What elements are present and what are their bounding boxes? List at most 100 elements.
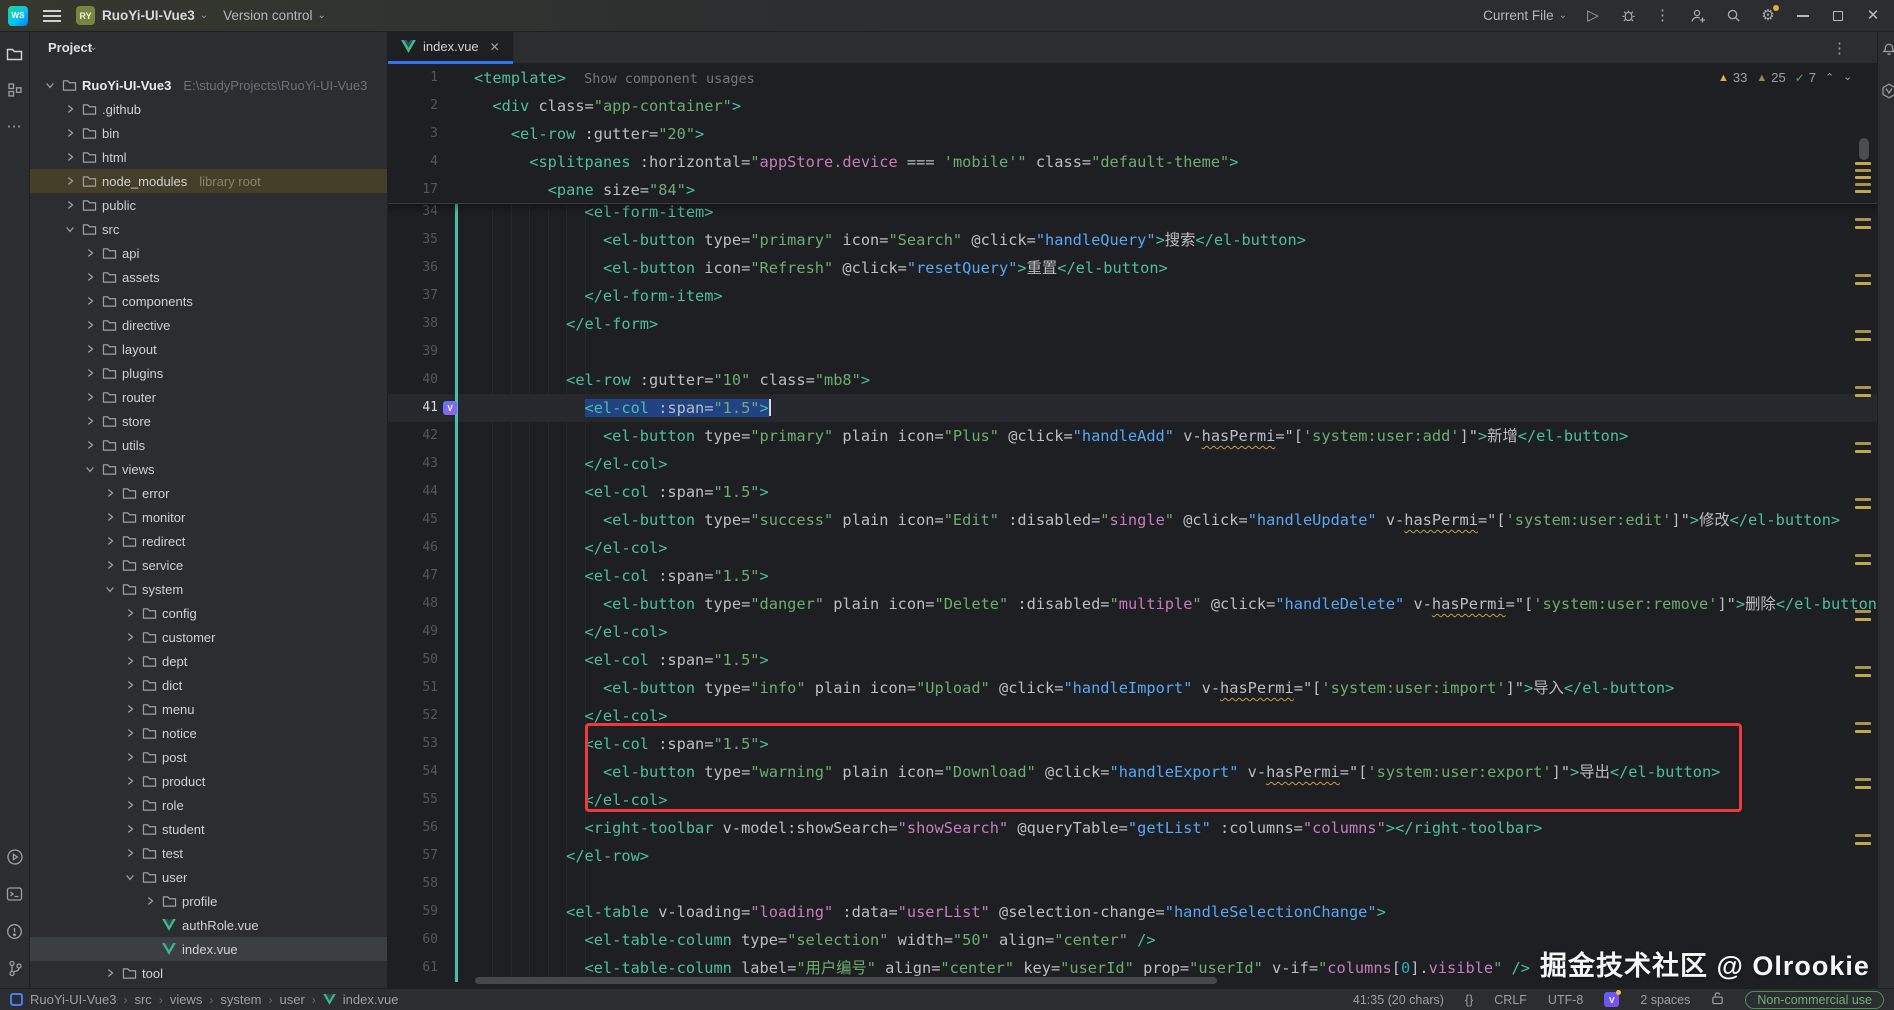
- code-line-44[interactable]: 44 <el-col :span="1.5">: [388, 478, 1877, 506]
- tree-item-post[interactable]: post: [30, 745, 387, 769]
- code-line-50[interactable]: 50 <el-col :span="1.5">: [388, 646, 1877, 674]
- structure-tool-icon[interactable]: [5, 80, 25, 100]
- tree-item-index-vue[interactable]: index.vue: [30, 937, 387, 961]
- warning-count[interactable]: ▲33: [1718, 70, 1747, 85]
- prev-problem-icon[interactable]: ⌃: [1825, 71, 1834, 84]
- caret-position[interactable]: 41:35 (20 chars): [1353, 993, 1444, 1007]
- debug-button[interactable]: [1619, 7, 1637, 25]
- code-line-36[interactable]: 36 <el-button icon="Refresh" @click="res…: [388, 254, 1877, 282]
- code-line-59[interactable]: 59 <el-table v-loading="loading" :data="…: [388, 898, 1877, 926]
- tree-chevron-icon[interactable]: [84, 295, 96, 307]
- tree-item-tool[interactable]: tool: [30, 961, 387, 985]
- code-scroll-region[interactable]: 34 <el-form-item>35 <el-button type="pri…: [388, 204, 1877, 988]
- tree-item-views[interactable]: views: [30, 457, 387, 481]
- more-tools-icon[interactable]: ⋯: [5, 116, 25, 136]
- breadcrumb-item[interactable]: system: [220, 992, 261, 1007]
- tree-chevron-icon[interactable]: [104, 487, 116, 499]
- vue-service-icon[interactable]: V: [1604, 992, 1619, 1007]
- tree-chevron-icon[interactable]: [84, 463, 96, 475]
- horizontal-scrollbar-thumb[interactable]: [475, 977, 1217, 984]
- run-button[interactable]: ▷: [1584, 7, 1602, 25]
- project-widget[interactable]: RY RuoYi-UI-Vue3 ⌄: [76, 6, 208, 25]
- code-line-17[interactable]: 17 <pane size="84">: [388, 176, 1877, 204]
- tree-item-menu[interactable]: menu: [30, 697, 387, 721]
- window-close-button[interactable]: ✕: [1864, 7, 1882, 25]
- tree-chevron-icon[interactable]: [84, 367, 96, 379]
- tree-item-test[interactable]: test: [30, 841, 387, 865]
- tree-chevron-icon[interactable]: [124, 871, 136, 883]
- code-line-58[interactable]: 58: [388, 870, 1877, 898]
- more-actions-kebab-icon[interactable]: ⋮: [1654, 7, 1672, 25]
- tree-item-api[interactable]: api: [30, 241, 387, 265]
- run-config-selector[interactable]: Current File ⌄: [1483, 8, 1567, 23]
- tree-chevron-icon[interactable]: [84, 415, 96, 427]
- tree-chevron-icon[interactable]: [64, 151, 76, 163]
- tree-item-components[interactable]: components: [30, 289, 387, 313]
- code-line-38[interactable]: 38 </el-form>: [388, 310, 1877, 338]
- run-tool-icon[interactable]: [5, 847, 25, 867]
- code-line-57[interactable]: 57 </el-row>: [388, 842, 1877, 870]
- tree-chevron-icon[interactable]: [84, 343, 96, 355]
- project-tool-icon[interactable]: [5, 44, 25, 64]
- tree-item-config[interactable]: config: [30, 601, 387, 625]
- tree-item-customer[interactable]: customer: [30, 625, 387, 649]
- vcs-widget[interactable]: Version control ⌄: [223, 8, 326, 23]
- tree-item-notice[interactable]: notice: [30, 721, 387, 745]
- tree-item-router[interactable]: router: [30, 385, 387, 409]
- tree-item-monitor[interactable]: monitor: [30, 505, 387, 529]
- project-panel-header[interactable]: Project ⌄: [30, 32, 387, 62]
- tree-chevron-icon[interactable]: [44, 79, 56, 91]
- tree-chevron-icon[interactable]: [104, 559, 116, 571]
- tree-item-store[interactable]: store: [30, 409, 387, 433]
- passed-count[interactable]: ✓7: [1795, 70, 1816, 85]
- main-menu-icon[interactable]: [43, 10, 61, 22]
- tree-item-authRole-vue[interactable]: authRole.vue: [30, 913, 387, 937]
- tree-chevron-icon[interactable]: [104, 535, 116, 547]
- code-line-45[interactable]: 45 <el-button type="success" plain icon=…: [388, 506, 1877, 534]
- line-separator[interactable]: CRLF: [1494, 993, 1527, 1007]
- gutter-vue-icon[interactable]: V: [443, 401, 457, 415]
- file-encoding[interactable]: UTF-8: [1548, 993, 1583, 1007]
- window-minimize-button[interactable]: [1794, 7, 1812, 25]
- tree-item-dept[interactable]: dept: [30, 649, 387, 673]
- code-line-3[interactable]: 3 <el-row :gutter="20">: [388, 120, 1877, 148]
- tab-close-icon[interactable]: ✕: [490, 40, 500, 54]
- tree-item-public[interactable]: public: [30, 193, 387, 217]
- tree-chevron-icon[interactable]: [64, 175, 76, 187]
- tree-chevron-icon[interactable]: [124, 607, 136, 619]
- notifications-bell-icon[interactable]: [1881, 40, 1894, 61]
- tree-chevron-icon[interactable]: [124, 727, 136, 739]
- tree-item-RuoYi-UI-Vue3[interactable]: RuoYi-UI-Vue3E:\studyProjects\RuoYi-UI-V…: [30, 73, 387, 97]
- code-line-42[interactable]: 42 <el-button type="primary" plain icon=…: [388, 422, 1877, 450]
- tree-item-student[interactable]: student: [30, 817, 387, 841]
- tree-item-role[interactable]: role: [30, 793, 387, 817]
- tree-item-service[interactable]: service: [30, 553, 387, 577]
- tree-chevron-icon[interactable]: [104, 511, 116, 523]
- tree-item-dict[interactable]: dict: [30, 673, 387, 697]
- code-line-39[interactable]: 39: [388, 338, 1877, 366]
- tree-item-utils[interactable]: utils: [30, 433, 387, 457]
- breadcrumb-item[interactable]: src: [134, 992, 151, 1007]
- tab-options-kebab-icon[interactable]: ⋮: [1832, 39, 1848, 57]
- breadcrumb-item[interactable]: views: [170, 992, 203, 1007]
- terminal-tool-icon[interactable]: [5, 884, 25, 904]
- add-user-icon[interactable]: [1689, 7, 1707, 25]
- problems-tool-icon[interactable]: [5, 921, 25, 941]
- code-line-46[interactable]: 46 </el-col>: [388, 534, 1877, 562]
- breadcrumb-item[interactable]: index.vue: [343, 992, 399, 1007]
- tree-chevron-icon[interactable]: [124, 799, 136, 811]
- tree-item-assets[interactable]: assets: [30, 265, 387, 289]
- code-line-1[interactable]: 1<template>Show component usages: [388, 64, 1877, 92]
- tree-item-layout[interactable]: layout: [30, 337, 387, 361]
- tree-chevron-icon[interactable]: [104, 583, 116, 595]
- tree-chevron-icon[interactable]: [64, 127, 76, 139]
- tree-item-html[interactable]: html: [30, 145, 387, 169]
- vue-devtools-icon[interactable]: [1881, 83, 1894, 104]
- code-line-40[interactable]: 40 <el-row :gutter="10" class="mb8">: [388, 366, 1877, 394]
- tree-chevron-icon[interactable]: [144, 895, 156, 907]
- tree-chevron-icon[interactable]: [124, 703, 136, 715]
- tree-chevron-icon[interactable]: [124, 775, 136, 787]
- tree-chevron-icon[interactable]: [104, 967, 116, 979]
- weak-warning-count[interactable]: ▲25: [1756, 70, 1785, 85]
- tree-chevron-icon[interactable]: [84, 247, 96, 259]
